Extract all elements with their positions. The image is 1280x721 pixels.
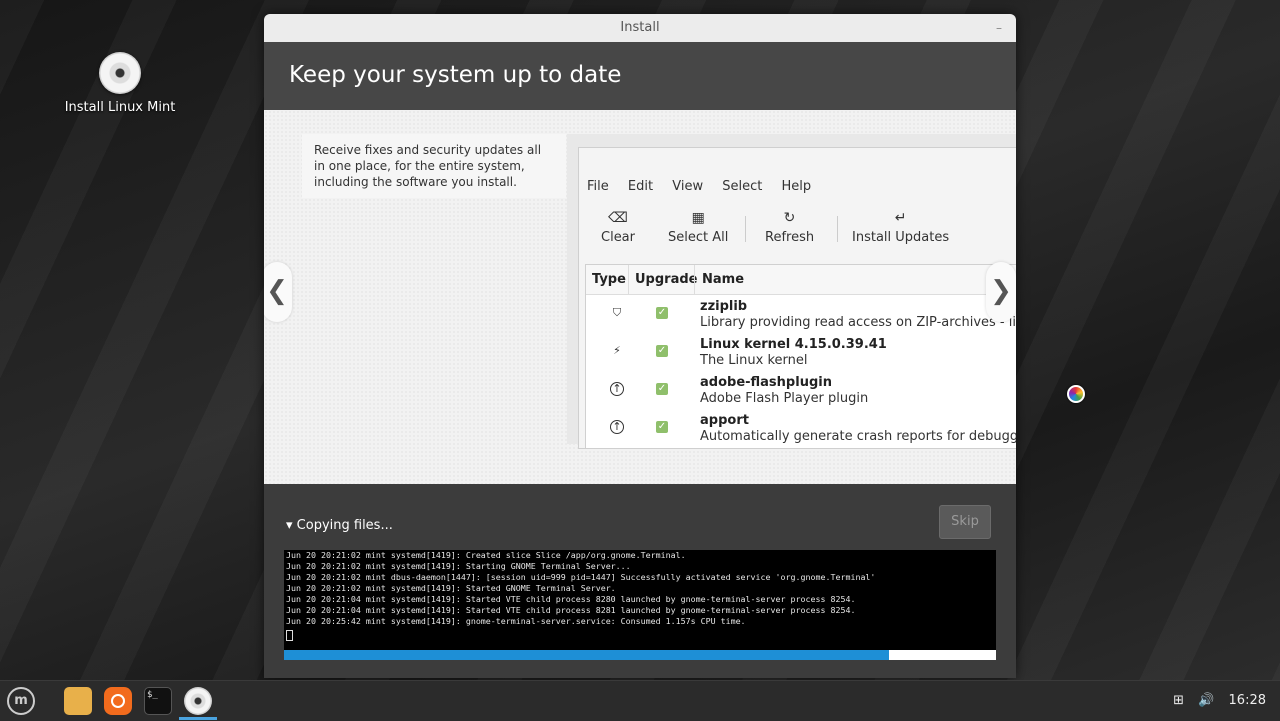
log-line: Jun 20 20:21:04 mint systemd[1419]: Star… <box>286 594 856 604</box>
column-type: Type <box>592 272 626 287</box>
status-line[interactable]: ▾ Copying files... <box>286 518 393 533</box>
system-tray: ⊞ 🔊 16:28 <box>1163 681 1266 721</box>
upgrade-checkbox: ✓ <box>656 383 668 395</box>
upgrade-arrow-icon: ↑ <box>610 420 624 434</box>
install-linux-mint-desktop-icon[interactable]: Install Linux Mint <box>60 52 180 115</box>
upgrade-checkbox: ✓ <box>656 345 668 357</box>
upgrade-checkbox: ✓ <box>656 307 668 319</box>
skip-button[interactable]: Skip <box>939 505 991 539</box>
shield-icon: ⛉ <box>612 306 622 319</box>
package-name: apport <box>700 413 749 428</box>
window-title: Install <box>620 20 660 35</box>
menu-file: File <box>587 179 609 194</box>
toolbar-separator <box>745 216 746 242</box>
update-manager-toolbar: ⌫ Clear ▦ Select All ↻ Refresh ↵ Install… <box>579 210 1016 250</box>
column-name: Name <box>702 272 745 287</box>
select-all-label: Select All <box>668 230 729 245</box>
menu-select: Select <box>722 179 763 194</box>
install-updates-tool: ↵ Install Updates <box>852 210 949 245</box>
installer-window: Install – Keep your system up to date Re… <box>264 14 1016 678</box>
package-description: The Linux kernel <box>700 353 808 368</box>
slideshow: Receive fixes and security updates all i… <box>264 110 1016 484</box>
updates-table: Type Upgrade Name ⛉ ✓ zziplib Library pr… <box>585 264 1016 448</box>
clock[interactable]: 16:28 <box>1229 693 1266 708</box>
status-text: Copying files... <box>296 518 393 533</box>
log-line: Jun 20 20:25:42 mint systemd[1419]: gnom… <box>286 616 746 626</box>
clear-tool: ⌫ Clear <box>601 210 635 245</box>
clear-label: Clear <box>601 230 635 245</box>
clear-icon: ⌫ <box>608 210 628 226</box>
slide-description: Receive fixes and security updates all i… <box>302 134 566 198</box>
table-header: Type Upgrade Name <box>586 265 1016 295</box>
busy-cursor-icon <box>1067 385 1085 403</box>
progress-bar-fill <box>284 650 890 660</box>
desktop-icon-label: Install Linux Mint <box>64 100 176 115</box>
package-description: Adobe Flash Player plugin <box>700 391 869 406</box>
table-row: ⛉ ✓ zziplib Library providing read acces… <box>586 296 1016 334</box>
upgrade-arrow-icon: ↑ <box>610 382 624 396</box>
log-line: Jun 20 20:21:02 mint systemd[1419]: Star… <box>286 583 616 593</box>
log-line: Jun 20 20:21:04 mint systemd[1419]: Star… <box>286 605 856 615</box>
log-line: Jun 20 20:21:02 mint systemd[1419]: Star… <box>286 561 631 571</box>
package-name: adobe-flashplugin <box>700 375 832 390</box>
volume-icon[interactable]: 🔊 <box>1198 693 1214 708</box>
refresh-label: Refresh <box>765 230 815 245</box>
log-line: Jun 20 20:21:02 mint dbus-daemon[1447]: … <box>286 572 876 582</box>
package-name: zziplib <box>700 299 748 314</box>
progress-bar <box>284 650 996 660</box>
firefox-icon[interactable] <box>104 687 132 715</box>
package-name: Linux kernel 4.15.0.39.41 <box>700 337 887 352</box>
refresh-tool: ↻ Refresh <box>765 210 814 245</box>
table-row: ↑ ✓ adobe-flashplugin Adobe Flash Player… <box>586 372 1016 410</box>
table-row: ⚡ ✓ Linux kernel 4.15.0.39.41 The Linux … <box>586 334 1016 372</box>
log-line: Jun 20 20:21:02 mint systemd[1419]: Crea… <box>286 550 686 560</box>
window-titlebar[interactable]: Install – <box>264 14 1016 42</box>
expander-arrow-icon: ▾ <box>286 518 293 533</box>
update-manager-menubar: File Edit View Select Help <box>587 179 826 194</box>
page-title: Keep your system up to date <box>264 42 1016 110</box>
select-all-tool: ▦ Select All <box>668 210 728 245</box>
progress-area: ▾ Copying files... Skip Jun 20 20:21:02 … <box>264 484 1016 678</box>
files-folder-icon[interactable] <box>64 687 92 715</box>
toolbar-separator <box>837 216 838 242</box>
install-updates-icon: ↵ <box>894 210 907 226</box>
table-row: ↑ ✓ apport Automatically generate crash … <box>586 410 1016 448</box>
taskbar: m $_ ⊞ 🔊 16:28 <box>0 680 1280 721</box>
install-updates-label: Install Updates <box>852 230 950 245</box>
minimize-button[interactable]: – <box>996 14 1002 42</box>
terminal-icon[interactable]: $_ <box>144 687 172 715</box>
refresh-icon: ↻ <box>783 210 796 226</box>
next-slide-button[interactable]: ❯ <box>986 262 1016 322</box>
column-upgrade: Upgrade <box>635 272 698 287</box>
select-all-icon: ▦ <box>691 210 705 226</box>
disc-icon <box>99 52 141 94</box>
menu-edit: Edit <box>627 179 654 194</box>
menu-help: Help <box>781 179 812 194</box>
package-description: Automatically generate crash reports for… <box>700 429 1016 444</box>
installer-disc-icon[interactable] <box>184 687 212 715</box>
network-icon[interactable]: ⊞ <box>1173 693 1184 708</box>
install-log[interactable]: Jun 20 20:21:02 mint systemd[1419]: Crea… <box>284 550 996 650</box>
text-caret <box>286 630 293 641</box>
update-manager-screenshot: File Edit View Select Help ⌫ Clear ▦ Sel… <box>578 147 1016 449</box>
previous-slide-button[interactable]: ❮ <box>264 262 292 322</box>
mint-menu-icon[interactable]: m <box>7 687 35 715</box>
lightning-icon: ⚡ <box>613 344 621 357</box>
upgrade-checkbox: ✓ <box>656 421 668 433</box>
menu-view: View <box>672 179 704 194</box>
package-description: Library providing read access on ZIP-arc… <box>700 315 1016 330</box>
